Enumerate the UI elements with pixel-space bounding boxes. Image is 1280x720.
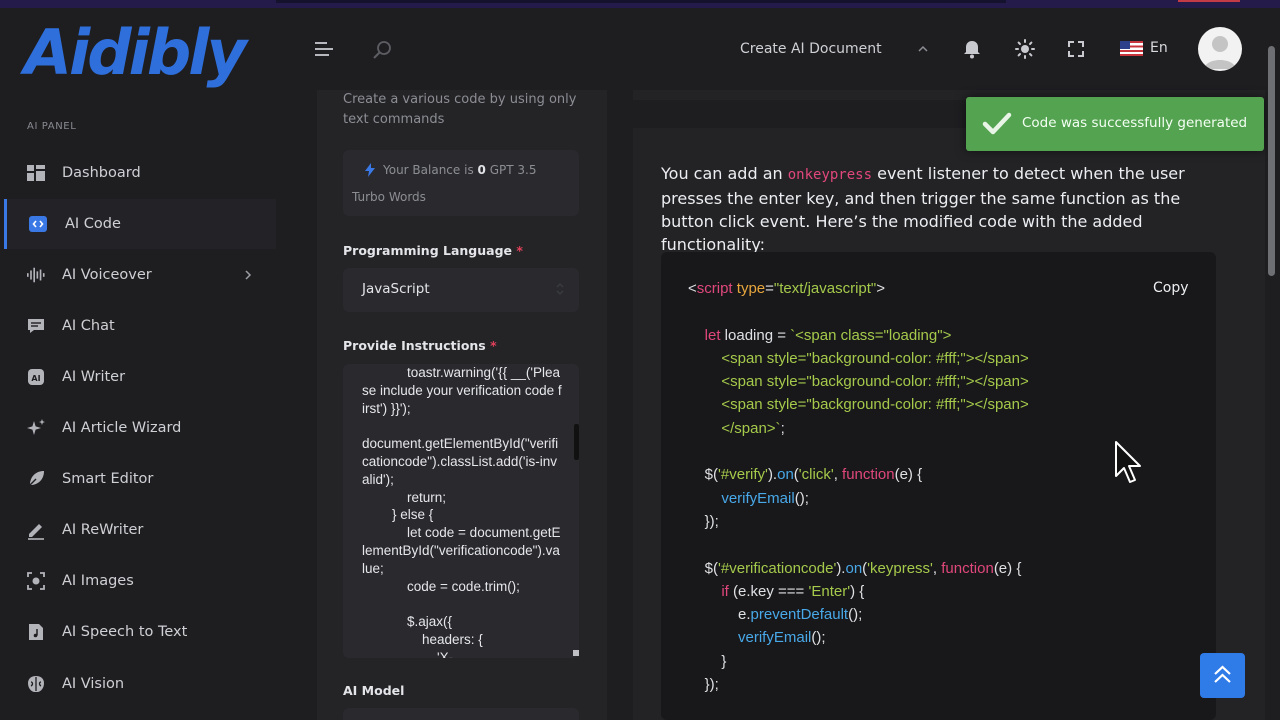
required-mark: *: [516, 243, 523, 258]
double-chevron-up-icon: [1214, 665, 1231, 683]
menu-toggle-icon[interactable]: [315, 42, 335, 58]
sidebar-item-ai-code[interactable]: AI Code: [4, 199, 276, 249]
intro-keyword: onkeypress: [787, 167, 873, 183]
provide-instructions-label: Provide Instructions *: [343, 338, 497, 353]
sparkle-icon: [26, 418, 46, 438]
toast-message: Code was successfully generated: [1022, 115, 1248, 131]
sidebar-item-label: AI Writer: [62, 369, 126, 385]
textarea-resize-handle[interactable]: [573, 650, 579, 656]
field-label-text: Programming Language: [343, 243, 513, 258]
sidebar-item-dashboard[interactable]: Dashboard: [4, 148, 276, 198]
user-avatar[interactable]: [1198, 27, 1242, 71]
language-label: En: [1150, 40, 1168, 56]
sidebar-item-ai-images[interactable]: AI Images: [4, 556, 276, 606]
sidebar-item-ai-chat[interactable]: AI Chat: [4, 301, 276, 351]
balance-suffix: GPT 3.5: [489, 163, 537, 177]
programming-language-label: Programming Language *: [343, 243, 523, 258]
top-header: Aidibly Create AI Document En: [0, 8, 1280, 90]
sidebar-item-label: AI Speech to Text: [62, 624, 188, 640]
theme-sun-icon[interactable]: [1014, 38, 1036, 60]
pencil-icon: [26, 520, 46, 540]
balance-value: 0: [477, 163, 486, 177]
page-scrollbar[interactable]: [1268, 46, 1275, 276]
sidebar-item-label: AI Images: [62, 573, 134, 589]
brain-icon: [26, 674, 46, 694]
success-toast[interactable]: Code was successfully generated: [966, 97, 1264, 151]
browser-tab: [276, 0, 1006, 3]
search-icon[interactable]: [370, 38, 394, 62]
browser-indicator: [1178, 0, 1240, 2]
generated-code: <script type="text/javascript"> let load…: [688, 280, 1029, 694]
intro-before: You can add an: [661, 164, 788, 183]
sidebar-item-ai-speech-to-text[interactable]: AI Speech to Text: [4, 607, 276, 657]
bolt-icon: [365, 163, 375, 177]
required-mark: *: [490, 338, 497, 353]
sidebar-item-label: AI Vision: [62, 676, 125, 692]
textarea-scrollbar[interactable]: [574, 424, 579, 460]
ai-model-select[interactable]: [343, 708, 579, 720]
us-flag-icon: [1120, 40, 1143, 56]
programming-language-select[interactable]: JavaScript: [343, 268, 579, 312]
writer-icon: AI: [26, 367, 46, 387]
sidebar-item-label: AI Article Wizard: [62, 420, 182, 436]
sidebar-item-label: Dashboard: [62, 165, 141, 181]
sidebar-item-label: AI Code: [65, 216, 121, 232]
notification-bell-icon[interactable]: [961, 38, 983, 60]
aidibly-logo[interactable]: Aidibly: [20, 10, 270, 88]
sidebar-section-title: AI PANEL: [27, 121, 77, 132]
ai-model-label: AI Model: [343, 683, 405, 698]
sidebar-item-ai-voiceover[interactable]: AI Voiceover: [4, 250, 276, 300]
sidebar-item-label: AI Voiceover: [62, 267, 152, 283]
feather-icon: [26, 469, 46, 489]
select-arrows-icon: [556, 283, 564, 295]
sidebar-item-ai-writer[interactable]: AI AI Writer: [4, 352, 276, 402]
selected-language: JavaScript: [362, 281, 430, 297]
svg-text:AI: AI: [31, 374, 40, 383]
browser-top-strip: [0, 0, 1280, 8]
logo-text: Aidibly: [20, 16, 250, 88]
fullscreen-icon[interactable]: [1065, 38, 1087, 60]
chevron-up-icon[interactable]: [916, 42, 930, 56]
chevron-right-icon: [245, 270, 252, 280]
instructions-textarea[interactable]: toastr.warning('{{ __('Please include yo…: [343, 364, 579, 658]
instructions-text: toastr.warning('{{ __('Please include yo…: [362, 365, 562, 658]
waveform-icon: [26, 265, 46, 285]
balance-unit: Turbo Words: [352, 190, 426, 204]
sidebar-item-label: Smart Editor: [62, 471, 154, 487]
image-icon: [26, 571, 46, 591]
dashboard-icon: [26, 163, 46, 183]
audio-file-icon: [26, 622, 46, 642]
copy-button[interactable]: Copy: [1153, 280, 1189, 296]
form-description: Create a various code by using only text…: [343, 92, 577, 127]
user-silhouette-icon: [1204, 36, 1236, 69]
code-icon: [28, 214, 48, 234]
field-label-text: Provide Instructions: [343, 338, 486, 353]
sidebar-item-label: AI Chat: [62, 318, 115, 334]
sidebar-item-ai-article-wizard[interactable]: AI Article Wizard: [4, 403, 276, 453]
balance-text: Your Balance is 0 GPT 3.5: [383, 163, 536, 177]
scroll-to-top-button[interactable]: [1200, 653, 1245, 698]
sidebar-item-smart-editor[interactable]: Smart Editor: [4, 454, 276, 504]
checkmark-icon: [982, 112, 1012, 135]
language-selector[interactable]: En: [1120, 40, 1168, 56]
sidebar-item-label: AI ReWriter: [62, 522, 144, 538]
mouse-cursor-icon: [1115, 441, 1141, 483]
balance-prefix: Your Balance is: [383, 163, 474, 177]
balance-card: Your Balance is 0 GPT 3.5 Turbo Words: [343, 150, 579, 216]
chat-icon: [26, 316, 46, 336]
sidebar-item-ai-rewriter[interactable]: AI ReWriter: [4, 505, 276, 555]
create-ai-document-button[interactable]: Create AI Document: [740, 41, 882, 57]
result-intro-text: You can add an onkeypress event listener…: [661, 162, 1233, 256]
sidebar-item-ai-vision[interactable]: AI Vision: [4, 659, 276, 709]
